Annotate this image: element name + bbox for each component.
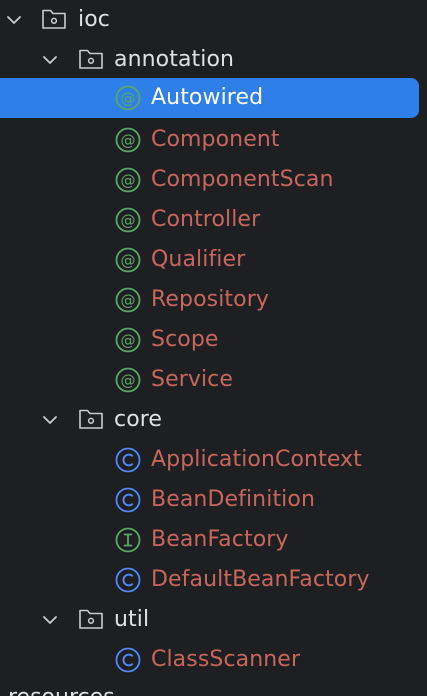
tree-item-classscanner[interactable]: ClassScanner (0, 640, 427, 680)
package-folder-icon (77, 606, 105, 632)
svg-text:@: @ (121, 251, 136, 269)
tree-item-label: DefaultBeanFactory (151, 567, 370, 592)
class-icon (114, 646, 142, 674)
annotation-icon: @ (114, 126, 142, 154)
class-icon (114, 566, 142, 594)
tree-node-annotation[interactable]: annotation (0, 40, 427, 80)
annotation-icon: @ (114, 84, 142, 112)
tree-item-beanfactory[interactable]: BeanFactory (0, 520, 427, 560)
tree-item-label: BeanFactory (151, 527, 289, 552)
class-icon (114, 486, 142, 514)
chevron-down-icon[interactable] (41, 611, 59, 629)
annotation-icon: @ (114, 366, 142, 394)
tree-item-label: ComponentScan (151, 167, 334, 192)
tree-item-component[interactable]: @ Component (0, 120, 427, 160)
tree-item-autowired[interactable]: @ Autowired (0, 78, 427, 118)
chevron-down-icon[interactable] (41, 411, 59, 429)
tree-item-componentscan[interactable]: @ ComponentScan (0, 160, 427, 200)
tree-node-partial[interactable]: resources (0, 682, 427, 696)
tree-item-controller[interactable]: @ Controller (0, 200, 427, 240)
svg-text:@: @ (121, 291, 136, 309)
tree-item-label: Component (151, 127, 280, 152)
project-tree: ioc annotation @ Autowired @ Component @… (0, 0, 427, 696)
tree-item-label: ClassScanner (151, 647, 301, 672)
annotation-icon: @ (114, 246, 142, 274)
tree-item-defaultbeanfactory[interactable]: DefaultBeanFactory (0, 560, 427, 600)
svg-text:@: @ (121, 131, 136, 149)
interface-icon (114, 526, 142, 554)
tree-item-label: Qualifier (151, 247, 246, 272)
chevron-down-icon[interactable] (41, 51, 59, 69)
tree-node-label: annotation (114, 47, 235, 72)
tree-item-label: Service (151, 367, 234, 392)
package-folder-icon (77, 406, 105, 432)
annotation-icon: @ (114, 286, 142, 314)
annotation-icon: @ (114, 166, 142, 194)
tree-item-applicationcontext[interactable]: ApplicationContext (0, 440, 427, 480)
tree-item-label: Repository (151, 287, 269, 312)
tree-item-label: Autowired (151, 85, 264, 110)
annotation-icon: @ (114, 206, 142, 234)
tree-node-util[interactable]: util (0, 600, 427, 640)
tree-item-qualifier[interactable]: @ Qualifier (0, 240, 427, 280)
tree-item-beandefinition[interactable]: BeanDefinition (0, 480, 427, 520)
tree-item-label: BeanDefinition (151, 487, 315, 512)
tree-item-service[interactable]: @ Service (0, 360, 427, 400)
svg-text:@: @ (121, 331, 136, 349)
tree-node-label: resources (8, 684, 115, 696)
tree-item-label: Scope (151, 327, 219, 352)
tree-item-label: ApplicationContext (151, 447, 362, 472)
svg-text:@: @ (121, 371, 136, 389)
tree-node-label: util (114, 607, 150, 632)
tree-item-scope[interactable]: @ Scope (0, 320, 427, 360)
svg-text:@: @ (121, 89, 136, 107)
tree-item-label: Controller (151, 207, 261, 232)
class-icon (114, 446, 142, 474)
svg-text:@: @ (121, 171, 136, 189)
svg-text:@: @ (121, 211, 136, 229)
tree-node-label: ioc (78, 7, 110, 32)
tree-node-label: core (114, 407, 163, 432)
tree-node-ioc[interactable]: ioc (0, 0, 427, 40)
tree-node-core[interactable]: core (0, 400, 427, 440)
annotation-icon: @ (114, 326, 142, 354)
tree-item-repository[interactable]: @ Repository (0, 280, 427, 320)
package-folder-icon (77, 46, 105, 72)
chevron-down-icon[interactable] (5, 11, 23, 29)
package-folder-icon (40, 6, 68, 32)
